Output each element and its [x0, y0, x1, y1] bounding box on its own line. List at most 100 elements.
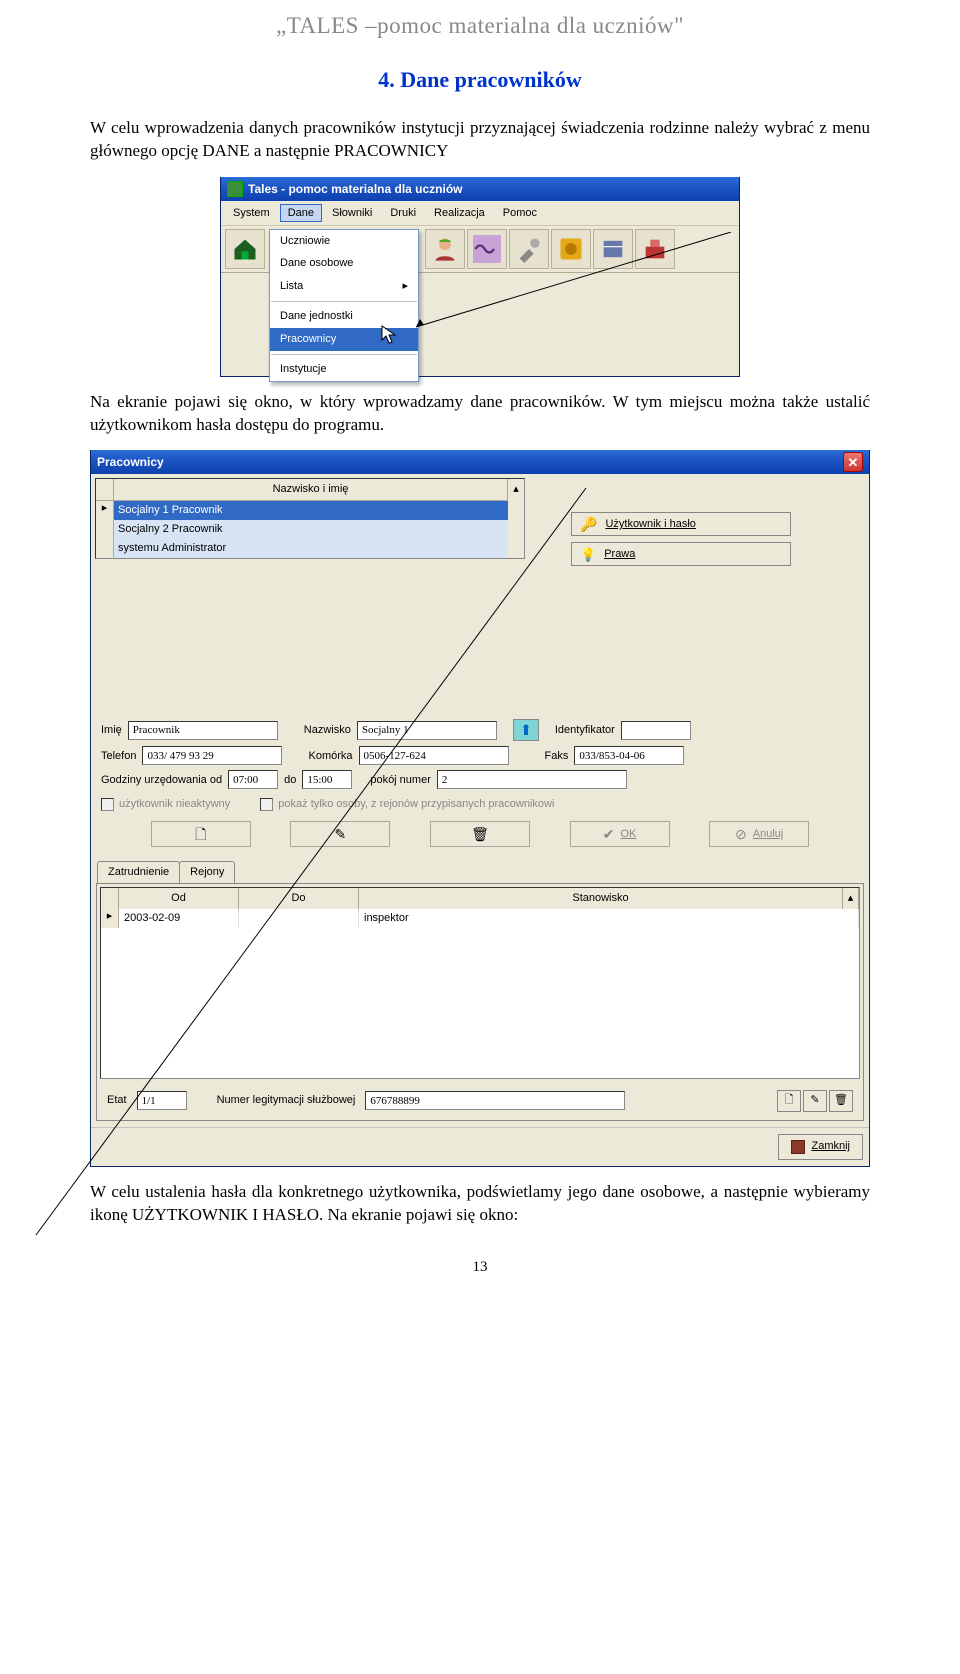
- tool-house-icon[interactable]: [225, 229, 265, 269]
- col-od[interactable]: Od: [119, 888, 239, 909]
- screenshot-pracownicy-window: Pracownicy ✕ Nazwisko i imię ▴ ▸ Socjaln…: [90, 450, 870, 1166]
- button-uzytkownik-haslo[interactable]: 🔑 Użytkownik i hasło: [571, 512, 791, 536]
- grid-scroll-up-icon[interactable]: ▴: [843, 888, 859, 909]
- delete-button[interactable]: 🗑: [430, 821, 530, 847]
- checkbox-rejony: pokaż tylko osoby, z rejonów przypisanyc…: [260, 797, 554, 812]
- input-imie[interactable]: [128, 721, 278, 740]
- edit-icon: ✎: [335, 825, 347, 844]
- input-godz-od[interactable]: [228, 770, 278, 789]
- new-button[interactable]: 🗋: [151, 821, 251, 847]
- edit-icon-button[interactable]: ✎: [803, 1090, 827, 1112]
- tool-tools-icon[interactable]: [509, 229, 549, 269]
- input-pokoj[interactable]: [437, 770, 627, 789]
- menu-realizacja[interactable]: Realizacja: [426, 204, 493, 223]
- col-do[interactable]: Do: [239, 888, 359, 909]
- cancel-icon: ⊘: [735, 825, 747, 844]
- close-icon[interactable]: ✕: [843, 452, 863, 472]
- ok-button[interactable]: ✔OK: [570, 821, 670, 847]
- checkbox-nieaktywny: użytkownik nieaktywny: [101, 797, 230, 812]
- dropdown-dane: Uczniowie Dane osobowe Lista▸ Dane jedno…: [269, 229, 419, 382]
- input-nazwisko[interactable]: [357, 721, 497, 740]
- label-faks: Faks: [545, 749, 569, 764]
- tab-zatrudnienie[interactable]: Zatrudnienie: [97, 861, 180, 883]
- cancel-button[interactable]: ⊘Anuluj: [709, 821, 809, 847]
- checkbox-box: [260, 798, 273, 811]
- input-komorka[interactable]: [359, 746, 509, 765]
- window-title: Tales - pomoc materialna dla uczniów: [248, 181, 463, 197]
- paragraph-2: Na ekranie pojawi się okno, w który wpro…: [90, 391, 870, 437]
- checkbox-box: [101, 798, 114, 811]
- new-doc-icon: 🗋: [785, 1093, 794, 1108]
- employment-grid: Od Do Stanowisko ▴ ▸ 2003-02-09 inspekto…: [100, 887, 860, 1079]
- tool-person-icon[interactable]: [425, 229, 465, 269]
- menu-item-uczniowie[interactable]: Uczniowie: [270, 230, 418, 253]
- action-bar: 🗋 ✎ 🗑 ✔OK ⊘Anuluj: [101, 817, 859, 851]
- menu-item-lista[interactable]: Lista▸: [270, 275, 418, 298]
- list-row[interactable]: Socjalny 2 Pracownik: [96, 520, 524, 539]
- edit-button[interactable]: ✎: [290, 821, 390, 847]
- col-nazwisko-imie[interactable]: Nazwisko i imię: [114, 479, 508, 500]
- check-icon: ✔: [603, 825, 615, 844]
- tab-panel-zatrudnienie: Od Do Stanowisko ▴ ▸ 2003-02-09 inspekto…: [96, 883, 864, 1121]
- scrollbar[interactable]: [508, 498, 524, 557]
- tabs: Zatrudnienie Rejony: [97, 861, 869, 883]
- label-godziny: Godziny urzędowania od: [101, 773, 222, 788]
- tool-notebook-icon[interactable]: [593, 229, 633, 269]
- app-icon: [227, 181, 243, 197]
- row-marker: [96, 520, 114, 539]
- tool-wave-icon[interactable]: [467, 229, 507, 269]
- paragraph-3: W celu ustalenia hasła dla konkretnego u…: [90, 1181, 870, 1227]
- row-marker-header: [96, 479, 114, 500]
- row-marker-icon: ▸: [96, 501, 114, 520]
- cursor-icon: [381, 325, 397, 345]
- tool-register-icon[interactable]: [635, 229, 675, 269]
- button-prawa[interactable]: 💡 Prawa: [571, 542, 791, 566]
- grid-marker-head: [101, 888, 119, 909]
- paragraph-1: W celu wprowadzenia danych pracowników i…: [90, 117, 870, 163]
- trash-icon: 🗑: [834, 1093, 848, 1108]
- trash-icon-button[interactable]: 🗑: [829, 1090, 853, 1112]
- col-stanowisko[interactable]: Stanowisko: [359, 888, 843, 909]
- input-identyfikator[interactable]: [621, 721, 691, 740]
- list-row[interactable]: systemu Administrator: [96, 539, 524, 558]
- menu-separator: [271, 354, 417, 355]
- label-komorka: Komórka: [308, 749, 352, 764]
- menu-druki[interactable]: Druki: [382, 204, 424, 223]
- input-telefon[interactable]: [142, 746, 282, 765]
- menu-separator: [271, 301, 417, 302]
- row-marker: [96, 539, 114, 558]
- list-row-selected[interactable]: ▸ Socjalny 1 Pracownik: [96, 501, 524, 520]
- page-number: 13: [90, 1257, 870, 1277]
- key-icon: 🔑: [580, 515, 597, 534]
- screenshot-menu-window: Tales - pomoc materialna dla uczniów Sys…: [220, 177, 740, 377]
- menu-dane[interactable]: Dane: [280, 204, 322, 223]
- grid-row[interactable]: ▸ 2003-02-09 inspektor: [101, 909, 859, 928]
- label-etat: Etat: [107, 1093, 127, 1108]
- input-legitymacja[interactable]: [365, 1091, 625, 1110]
- label-nazwisko: Nazwisko: [304, 723, 351, 738]
- input-etat[interactable]: [137, 1091, 187, 1110]
- menu-item-instytucje[interactable]: Instytucje: [270, 358, 418, 381]
- employees-list: Nazwisko i imię ▴ ▸ Socjalny 1 Pracownik…: [95, 478, 525, 558]
- edit-icon: ✎: [810, 1093, 819, 1108]
- scroll-up-icon[interactable]: ▴: [508, 479, 524, 500]
- menu-item-dane-osobowe[interactable]: Dane osobowe: [270, 252, 418, 275]
- menubar: System Dane Słowniki Druki Realizacja Po…: [221, 201, 739, 227]
- label-telefon: Telefon: [101, 749, 136, 764]
- person-indicator-icon[interactable]: [513, 719, 539, 741]
- close-button[interactable]: Zamknij: [778, 1134, 863, 1160]
- spacer: [267, 229, 268, 269]
- door-icon: [791, 1140, 805, 1154]
- tool-safe-icon[interactable]: [551, 229, 591, 269]
- tab-rejony[interactable]: Rejony: [179, 861, 235, 883]
- input-faks[interactable]: [574, 746, 684, 765]
- menu-system[interactable]: System: [225, 204, 278, 223]
- menu-pomoc[interactable]: Pomoc: [495, 204, 545, 223]
- input-godz-do[interactable]: [302, 770, 352, 789]
- form-area: Imię Nazwisko Identyfikator Telefon Komó…: [91, 708, 869, 855]
- label-do: do: [284, 773, 296, 788]
- new-doc-icon: 🗋: [195, 825, 206, 844]
- label-pokoj: pokój numer: [370, 773, 431, 788]
- new-icon-button[interactable]: 🗋: [777, 1090, 801, 1112]
- menu-slowniki[interactable]: Słowniki: [324, 204, 380, 223]
